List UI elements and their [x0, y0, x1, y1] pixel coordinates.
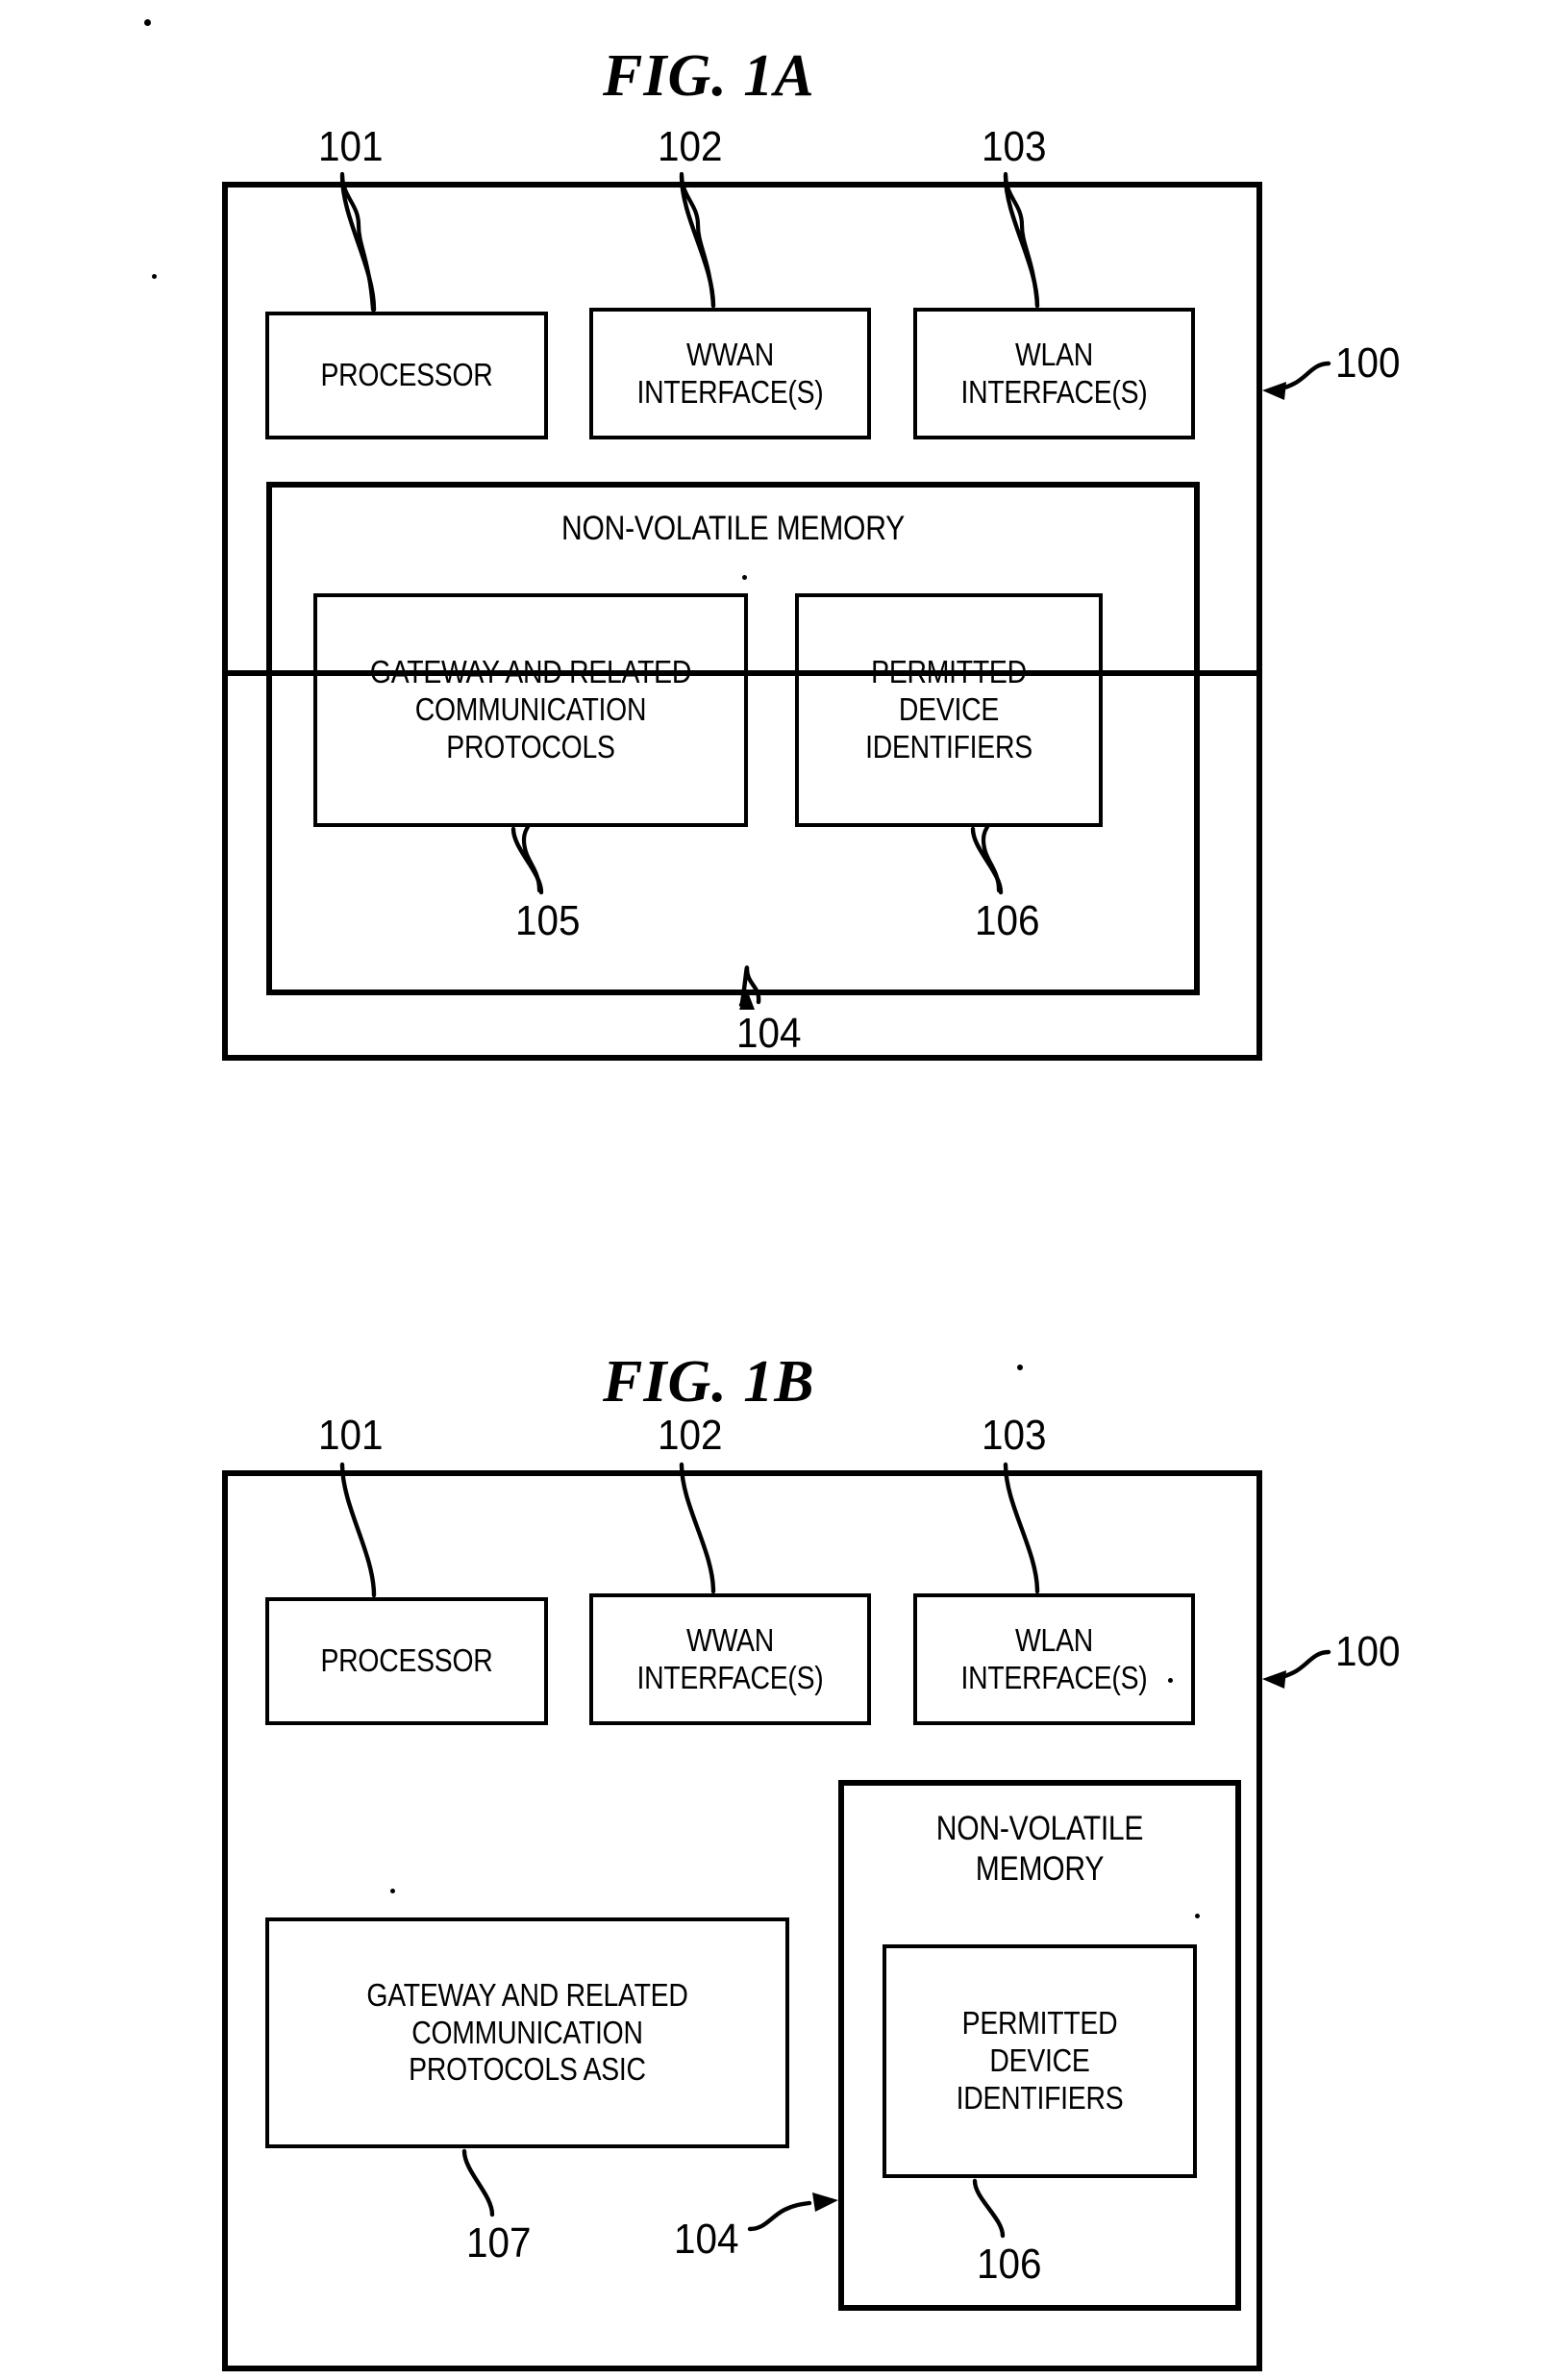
- fig1b-permitted-label: PERMITTED DEVICE IDENTIFIERS: [956, 2005, 1124, 2116]
- fig1b-gateway-asic-label: GATEWAY AND RELATED COMMUNICATION PROTOC…: [366, 1976, 688, 2088]
- scan-speck: [152, 274, 157, 279]
- fig1a-nvm-label: NON-VOLATILE MEMORY: [561, 510, 905, 548]
- fig1a-ref-105: 105: [515, 897, 581, 944]
- fig1a-ref-100: 100: [1335, 339, 1401, 387]
- scan-speck: [1195, 1914, 1200, 1918]
- fig1b-wlan-label: WLAN INTERFACE(S): [960, 1621, 1148, 1695]
- fig1a-processor-label: PROCESSOR: [320, 357, 493, 393]
- figure-1b-title: FIG. 1B: [603, 1349, 815, 1415]
- fig1a-leader-100-drawn: [1268, 361, 1331, 393]
- fig1b-ref-101: 101: [318, 1412, 384, 1459]
- fig1a-arrowhead-100: [1262, 382, 1286, 400]
- fig1b-ref-103: 103: [982, 1412, 1047, 1459]
- fig1b-wwan-label: WWAN INTERFACE(S): [636, 1621, 824, 1695]
- scan-speck: [144, 19, 151, 26]
- fig1a-wwan-label: WWAN INTERFACE(S): [636, 336, 824, 410]
- fig1a-permitted-label: PERMITTED DEVICE IDENTIFIERS: [865, 654, 1032, 764]
- fig1b-ref-100: 100: [1335, 1628, 1401, 1675]
- fig1a-ref-102: 102: [658, 123, 723, 170]
- scan-speck: [1017, 1365, 1023, 1370]
- fig1b-nvm-label: NON-VOLATILE MEMORY: [935, 1810, 1144, 1888]
- fig1a-ref-103: 103: [982, 123, 1047, 170]
- patent-drawing-sheet: FIG. 1A 101 102 103 PROCESSOR WWAN INTER…: [0, 0, 1567, 2380]
- fig1b-ref-106: 106: [977, 2241, 1042, 2288]
- scan-speck: [1168, 1678, 1173, 1683]
- fig1b-processor-label: PROCESSOR: [320, 1642, 493, 1679]
- fig1b-arrowhead-100: [1262, 1670, 1286, 1689]
- fig1a-ref-106: 106: [975, 897, 1040, 944]
- fig1a-ref-101: 101: [318, 123, 384, 170]
- fig1a-ref-104: 104: [736, 1010, 802, 1057]
- fig1a-wlan-label: WLAN INTERFACE(S): [960, 336, 1148, 410]
- fig1a-gateway-label: GATEWAY AND RELATED COMMUNICATION PROTOC…: [369, 654, 692, 764]
- fig1b-ref-107: 107: [466, 2219, 532, 2267]
- scan-speck: [742, 575, 747, 580]
- figure-1a-title: FIG. 1A: [603, 43, 815, 109]
- fig1b-ref-104: 104: [674, 2216, 739, 2263]
- fig1b-leader-100-drawn: [1268, 1649, 1331, 1682]
- fig1b-ref-102: 102: [658, 1412, 723, 1459]
- scan-speck: [390, 1889, 395, 1893]
